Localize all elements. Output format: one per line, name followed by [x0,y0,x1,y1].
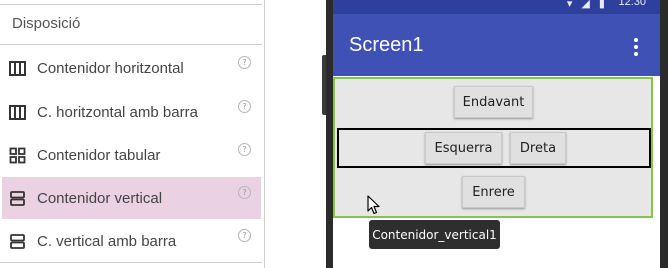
divider [0,262,262,263]
mouse-cursor-icon [367,195,380,215]
forward-button[interactable]: Endavant [454,86,533,118]
palette-item-label: Contenidor vertical [37,190,163,207]
horizontal-arrangement[interactable]: Esquerra Dreta [337,128,651,168]
palette-category-label: Disposició [12,15,81,32]
palette-item-horizontal-scroll-arrangement[interactable]: C. horitzontal amb barra ? [2,91,261,133]
status-bar: ▾ ◢ ▮ 12:30 [333,0,660,14]
palette-item-label: C. horitzontal amb barra [37,104,198,121]
palette-item-horizontal-arrangement[interactable]: Contenidor horitzontal ? [2,47,261,89]
horizontal-scroll-arrangement-icon [9,105,26,120]
vertical-arrangement[interactable]: Endavant Esquerra Dreta Enrere [333,77,653,218]
help-icon[interactable]: ? [238,229,251,242]
palette-panel: Disposició Contenidor horitzontal ? C. h… [0,0,265,268]
palette-item-label: Contenidor horitzontal [37,60,184,77]
palette-item-vertical-arrangement[interactable]: Contenidor vertical ? [2,177,261,219]
palette-item-vertical-scroll-arrangement[interactable]: C. vertical amb barra ? [2,220,261,262]
palette-category-header[interactable]: Disposició [0,4,262,45]
phone-side-button [322,55,326,115]
vertical-arrangement-icon [10,191,25,206]
horizontal-arrangement-icon [9,61,26,76]
help-icon[interactable]: ? [238,143,251,156]
status-time: 12:30 [618,0,646,8]
app-title-bar: Screen1 [333,14,660,76]
help-icon[interactable]: ? [238,100,251,113]
palette-item-table-arrangement[interactable]: Contenidor tabular ? [2,134,261,176]
screen-title: Screen1 [349,34,424,56]
back-button[interactable]: Enrere [462,176,525,208]
overflow-menu-icon[interactable] [634,38,638,56]
help-icon[interactable]: ? [238,186,251,199]
table-arrangement-icon [9,147,26,164]
vertical-scroll-arrangement-icon [10,234,25,249]
right-button[interactable]: Dreta [510,132,566,164]
palette-item-label: Contenidor tabular [37,147,161,164]
left-button[interactable]: Esquerra [425,132,502,164]
status-icons: ▾ ◢ ▮ [566,0,608,10]
component-tooltip: Contenidor_vertical1 [369,220,500,249]
palette-item-label: C. vertical amb barra [37,233,177,250]
help-icon[interactable]: ? [238,56,251,69]
